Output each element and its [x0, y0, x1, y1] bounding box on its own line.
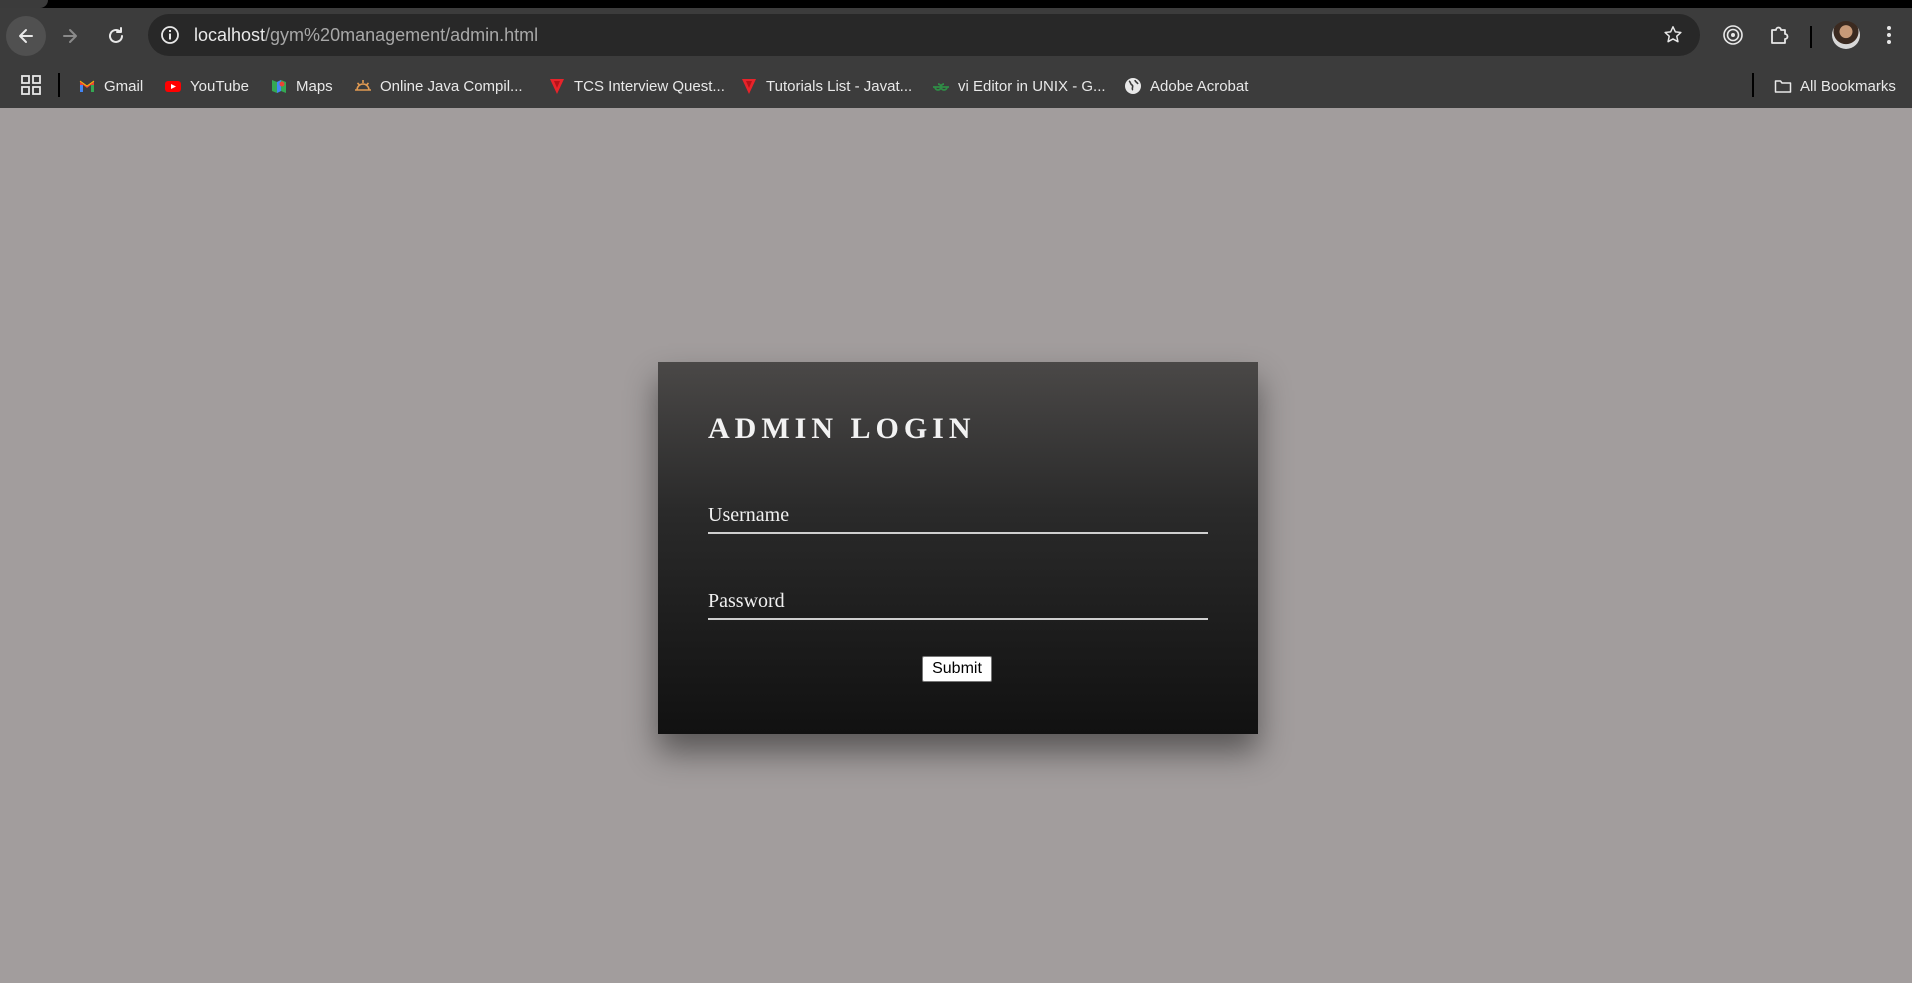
login-title: ADMIN LOGIN [708, 412, 976, 445]
back-button[interactable] [6, 16, 46, 56]
extensions-button[interactable] [1766, 22, 1792, 48]
puzzle-icon [1771, 26, 1789, 44]
bookmark-label: Adobe Acrobat [1150, 77, 1249, 95]
bookmark-tutorials-list-javatpoint[interactable]: Tutorials List - Javat... [740, 74, 912, 98]
username-input[interactable] [708, 494, 1208, 532]
bookmark-label: YouTube [190, 77, 249, 95]
submit-button[interactable]: Submit [922, 656, 992, 682]
active-tab-edge[interactable] [0, 0, 48, 8]
info-icon[interactable] [160, 25, 180, 45]
bookmark-maps[interactable]: Maps [270, 74, 333, 98]
reload-icon [109, 27, 123, 43]
bookmarks-bar: Gmail YouTube Maps Online Java Compil...… [0, 64, 1912, 108]
bookmark-label: Online Java Compil... [380, 77, 523, 95]
bookmarks-separator [1752, 73, 1754, 97]
url-host: localhost [194, 25, 266, 45]
bookmark-gmail[interactable]: Gmail [78, 74, 143, 98]
bookmark-label: TCS Interview Quest... [574, 77, 725, 95]
tab-strip [0, 0, 1912, 8]
bookmarks-separator [58, 73, 60, 97]
bookmark-label: Gmail [104, 77, 144, 95]
globe-icon [1125, 78, 1141, 94]
forward-button[interactable] [50, 16, 90, 56]
bookmark-online-java-compiler[interactable]: Online Java Compil... [354, 74, 523, 98]
browser-menu-button[interactable] [1876, 22, 1902, 48]
all-bookmarks-label: All Bookmarks [1800, 77, 1896, 95]
bookmark-tcs-interview-questions[interactable]: TCS Interview Quest... [548, 74, 725, 98]
browser-toolbar: localhost/gym%20management/admin.html [0, 8, 1912, 64]
forward-arrow-icon [63, 29, 77, 43]
shield-icon [550, 79, 564, 94]
apps-grid-icon[interactable] [20, 74, 42, 96]
extension-button[interactable] [1720, 22, 1746, 48]
bookmark-vi-editor-unix[interactable]: vi Editor in UNIX - G... [932, 74, 1106, 98]
gfg-icon [933, 83, 949, 91]
shield-icon [742, 79, 756, 94]
password-field[interactable]: Password [708, 580, 1208, 620]
all-bookmarks-button[interactable]: All Bookmarks [1774, 74, 1896, 98]
bookmark-label: vi Editor in UNIX - G... [958, 77, 1106, 95]
youtube-icon [165, 81, 181, 92]
bookmark-youtube[interactable]: YouTube [164, 74, 249, 98]
folder-icon [1774, 80, 1792, 93]
bookmark-adobe-acrobat[interactable]: Adobe Acrobat [1124, 74, 1248, 98]
back-arrow-icon [19, 29, 33, 43]
bookmark-label: Tutorials List - Javat... [766, 77, 913, 95]
address-bar[interactable]: localhost/gym%20management/admin.html [148, 14, 1700, 56]
toolbar-separator [1810, 26, 1812, 48]
kebab-menu-icon [1887, 26, 1891, 44]
url-text[interactable]: localhost/gym%20management/admin.html [194, 25, 538, 46]
reload-button[interactable] [96, 16, 136, 56]
password-input[interactable] [708, 580, 1208, 618]
profile-avatar[interactable] [1832, 21, 1860, 49]
username-field[interactable]: Username [708, 494, 1208, 534]
target-icon [1723, 25, 1743, 45]
admin-login-form: ADMIN LOGIN Username Password Submit [658, 362, 1258, 734]
maps-icon [272, 80, 286, 93]
star-icon[interactable] [1662, 24, 1684, 46]
url-path: /gym%20management/admin.html [265, 25, 539, 45]
gmail-icon [79, 80, 95, 92]
bookmark-label: Maps [296, 77, 333, 95]
sun-icon [355, 80, 371, 91]
